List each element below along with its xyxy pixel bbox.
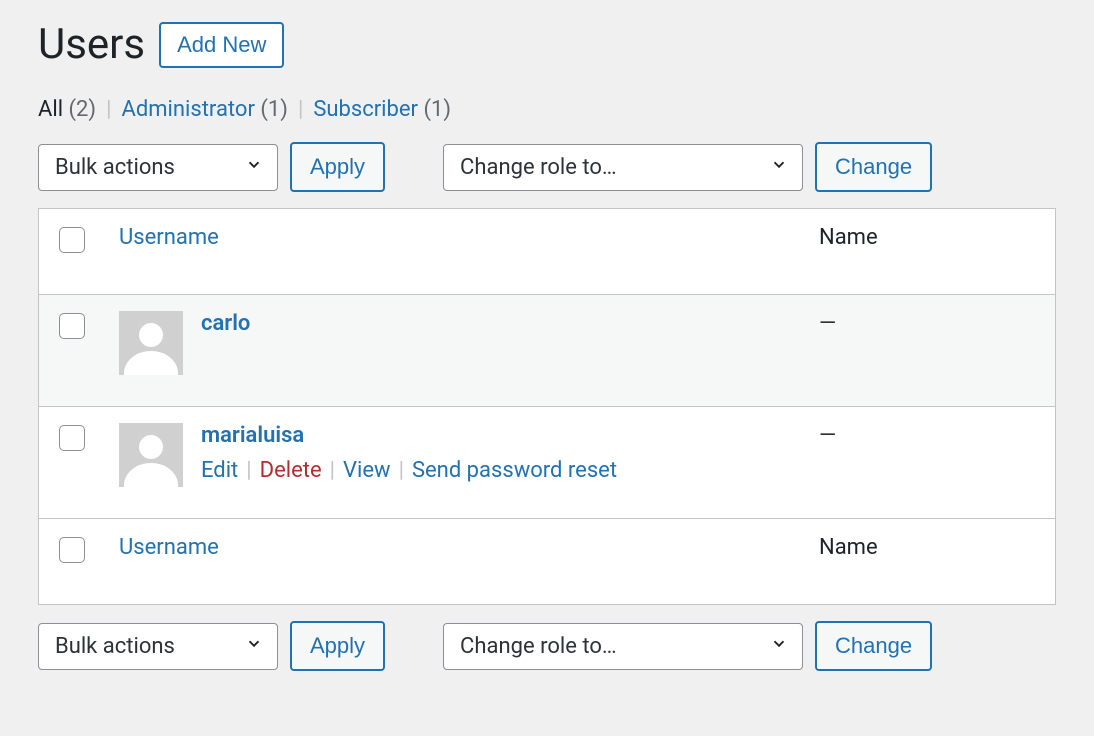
apply-button-top[interactable]: Apply [290,142,385,192]
edit-link[interactable]: Edit [201,458,238,483]
select-all-checkbox-bottom[interactable] [59,537,85,563]
page-title: Users [38,20,145,69]
row-checkbox[interactable] [59,313,85,339]
row-checkbox[interactable] [59,425,85,451]
apply-button-bottom[interactable]: Apply [290,621,385,671]
filter-all[interactable]: All (2) [38,97,96,122]
column-header-username[interactable]: Username [119,225,219,250]
change-role-select-top[interactable]: Change role to… [443,144,803,191]
avatar [119,423,183,487]
select-all-checkbox-top[interactable] [59,227,85,253]
filter-bar: All (2) | Administrator (1) | Subscriber… [38,97,1056,122]
filter-subscriber[interactable]: Subscriber (1) [313,97,451,122]
name-cell: — [819,423,836,448]
change-button-bottom[interactable]: Change [815,621,932,671]
send-password-reset-link[interactable]: Send password reset [412,458,617,483]
change-button-top[interactable]: Change [815,142,932,192]
delete-link[interactable]: Delete [260,458,322,483]
chevron-down-icon [245,155,263,180]
add-new-button[interactable]: Add New [159,22,284,68]
change-role-select-bottom[interactable]: Change role to… [443,623,803,670]
row-actions: Edit | Delete | View | Send password res… [201,458,617,483]
column-footer-username[interactable]: Username [119,535,219,560]
column-footer-name: Name [819,535,878,560]
chevron-down-icon [770,634,788,659]
username-link[interactable]: marialuisa [201,423,617,448]
username-link[interactable]: carlo [201,311,250,336]
column-header-name: Name [819,225,878,250]
table-footer-row: Username Name [39,519,1055,605]
bulk-actions-select-top[interactable]: Bulk actions [38,144,278,191]
users-table: Username Name carlo — marialuisa [38,208,1056,605]
filter-administrator[interactable]: Administrator (1) [121,97,287,122]
bulk-actions-select-bottom[interactable]: Bulk actions [38,623,278,670]
table-row: carlo — [39,295,1055,407]
name-cell: — [819,311,836,336]
table-row: marialuisa Edit | Delete | View | Send p… [39,407,1055,519]
view-link[interactable]: View [343,458,391,483]
chevron-down-icon [770,155,788,180]
table-header-row: Username Name [39,209,1055,295]
avatar [119,311,183,375]
chevron-down-icon [245,634,263,659]
